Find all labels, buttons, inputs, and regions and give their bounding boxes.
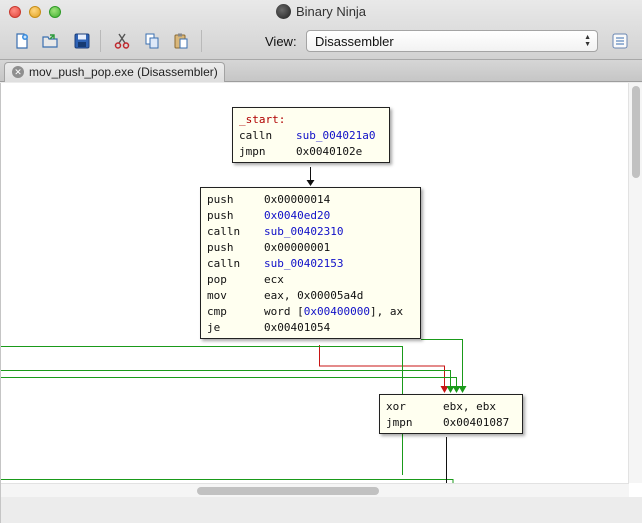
operand: ], ax (369, 305, 404, 318)
vertical-scrollbar[interactable] (628, 83, 642, 483)
instruction-line[interactable]: xor ebx, ebx (386, 399, 515, 415)
instruction-line[interactable]: calln sub_004021a0 (239, 128, 382, 144)
instruction-line[interactable]: push 0x00000001 (207, 240, 413, 256)
operand: 0x0040102e (296, 145, 363, 158)
operand: 0x00000014 (264, 193, 331, 206)
paste-icon (174, 33, 188, 49)
instruction-line[interactable]: pop ecx (207, 272, 413, 288)
window-footer (1, 497, 642, 523)
view-select[interactable]: Disassembler ▲ ▼ (306, 30, 598, 52)
instruction-line[interactable]: push 0x0040ed20 (207, 208, 413, 224)
mnemonic: jmpn (239, 145, 266, 158)
operand: eax, 0x00005a4d (264, 289, 364, 302)
mnemonic: mov (207, 289, 227, 302)
instruction-line[interactable]: jmpn 0x0040102e (239, 144, 382, 160)
tab-bar: ✕ mov_push_pop.exe (Disassembler) (0, 60, 642, 82)
operand: ecx (264, 273, 284, 286)
mnemonic: jmpn (386, 416, 413, 429)
toolbar-separator (100, 30, 101, 52)
code-reference[interactable]: sub_004021a0 (296, 129, 375, 142)
basic-block-xor[interactable]: xor ebx, ebx jmpn 0x00401087 (379, 394, 523, 434)
window-titlebar: Binary Ninja View: Disassembler ▲ ▼ (0, 0, 642, 60)
save-icon (74, 33, 90, 49)
open-file-button[interactable] (40, 31, 60, 51)
new-file-button[interactable] (12, 31, 32, 51)
operand: word [ (264, 305, 304, 318)
cut-icon (114, 33, 130, 49)
mnemonic: push (207, 241, 234, 254)
code-reference[interactable]: 0x00400000 (304, 305, 370, 318)
code-reference[interactable]: sub_00402310 (264, 225, 343, 238)
instruction-line[interactable]: calln sub_00402153 (207, 256, 413, 272)
toolbar-separator (201, 30, 202, 52)
window-title: Binary Ninja (0, 4, 642, 19)
operand: 0x00000001 (264, 241, 331, 254)
sidebar-toggle-icon (612, 33, 628, 49)
edge-false-branch (319, 345, 445, 388)
sidebar-toggle-button[interactable] (611, 32, 629, 50)
operand: 0x00401087 (443, 416, 510, 429)
copy-icon (145, 33, 159, 49)
mnemonic: pop (207, 273, 227, 286)
mnemonic: push (207, 209, 234, 222)
instruction-line[interactable]: mov eax, 0x00005a4d (207, 288, 413, 304)
code-reference[interactable]: sub_00402153 (264, 257, 343, 270)
code-reference[interactable]: 0x0040ed20 (264, 209, 330, 222)
new-file-icon (16, 33, 28, 49)
instruction-line[interactable]: jmpn 0x00401087 (386, 415, 515, 431)
basic-block-main[interactable]: push 0x00000014 push 0x0040ed20 calln sub_0… (200, 187, 421, 339)
cut-button[interactable] (112, 31, 132, 51)
select-arrows-icon: ▲ ▼ (584, 34, 591, 48)
tab-disassembler[interactable]: ✕ mov_push_pop.exe (Disassembler) (4, 62, 225, 82)
horizontal-scrollbar[interactable] (1, 483, 629, 497)
tab-label: mov_push_pop.exe (Disassembler) (29, 65, 218, 79)
operand: ebx, ebx (443, 400, 496, 413)
vertical-scroll-thumb[interactable] (632, 86, 640, 178)
mnemonic: calln (207, 225, 241, 238)
instruction-line[interactable]: cmp word [0x00400000], ax (207, 304, 413, 320)
instruction-line[interactable]: push 0x00000014 (207, 192, 413, 208)
block-label: _start: (239, 113, 286, 126)
edge-true-branch (1, 370, 451, 388)
view-label: View: (265, 34, 297, 49)
tab-close-icon[interactable]: ✕ (12, 66, 24, 78)
mnemonic: je (207, 321, 221, 334)
edge-true-branch (1, 377, 457, 388)
open-file-icon (42, 34, 58, 48)
horizontal-scroll-thumb[interactable] (197, 487, 379, 495)
mnemonic: calln (239, 129, 273, 142)
graph-view-canvas[interactable]: _start: calln sub_004021a0 jmpn 0x0040102e… (0, 83, 642, 523)
edge-arrowhead (458, 386, 467, 393)
mnemonic: calln (207, 257, 241, 270)
binary-ninja-logo-icon (275, 4, 291, 19)
basic-block-start[interactable]: _start: calln sub_004021a0 jmpn 0x0040102e (232, 107, 390, 163)
mnemonic: cmp (207, 305, 227, 318)
instruction-line[interactable]: calln sub_00402310 (207, 224, 413, 240)
paste-button[interactable] (171, 31, 191, 51)
instruction-line[interactable]: je 0x00401054 (207, 320, 413, 336)
operand: 0x00401054 (264, 321, 331, 334)
mnemonic: xor (386, 400, 406, 413)
view-select-value: Disassembler (315, 34, 394, 49)
save-button[interactable] (72, 31, 92, 51)
mnemonic: push (207, 193, 234, 206)
edge-arrowhead (306, 180, 315, 186)
window-title-text: Binary Ninja (295, 4, 367, 19)
copy-button[interactable] (142, 31, 162, 51)
